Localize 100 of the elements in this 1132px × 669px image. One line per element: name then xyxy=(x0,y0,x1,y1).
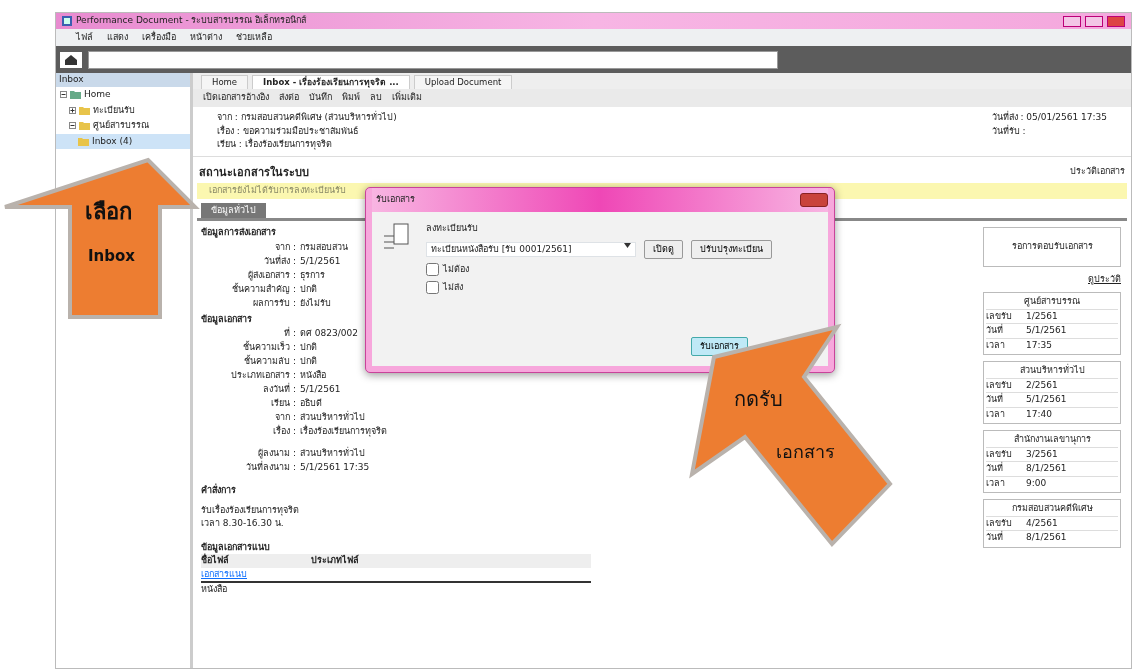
field-value: 8/1/2561 xyxy=(1026,531,1068,544)
panel-title: Inbox xyxy=(59,73,84,87)
field-label: เลขรับ xyxy=(986,516,1013,530)
history-link[interactable]: ประวัติเอกสาร xyxy=(1070,164,1125,181)
annotation-text: Inbox xyxy=(88,246,135,267)
section-title: สถานะเอกสารในระบบ xyxy=(199,164,309,181)
field-label: จาก : xyxy=(275,411,296,424)
field-label: ชั้นความเร็ว : xyxy=(243,340,296,354)
field-label: วันที่ xyxy=(986,393,1004,406)
field-value: เรื่องร้องเรียนการทุจริต xyxy=(299,424,387,438)
address-field[interactable] xyxy=(88,50,778,69)
field-label: วันที่ลงนาม : xyxy=(246,460,296,474)
column-header: ประเภทไฟล์ xyxy=(311,554,360,567)
checkbox[interactable] xyxy=(426,263,439,277)
toolbar-button[interactable]: บันทึก xyxy=(309,91,332,105)
field-label: เลขรับ xyxy=(986,378,1013,392)
menu-item[interactable]: แสดง xyxy=(107,30,128,45)
home-button[interactable] xyxy=(60,51,82,68)
history-link[interactable]: ดูประวัติ xyxy=(983,272,1121,286)
field-value: 5/1/2561 xyxy=(299,254,341,268)
caret-icon xyxy=(624,242,631,248)
box-title: ศูนย์สารบรรณ xyxy=(1023,295,1081,309)
field-value: 9:00 xyxy=(1026,476,1048,490)
close-button[interactable] xyxy=(1107,15,1125,27)
field-label: เวลา xyxy=(986,476,1006,490)
column-header: ชื่อไฟล์ xyxy=(201,554,311,568)
toolbar-button[interactable]: ลบ xyxy=(370,91,382,105)
dialog-button[interactable]: ปรับปรุงทะเบียน xyxy=(691,239,772,259)
file-link[interactable]: เอกสารแนบ xyxy=(201,567,311,581)
section-heading: ข้อมูลเอกสารแนบ xyxy=(201,540,271,554)
field-label: เวลา xyxy=(986,407,1006,421)
field-label: วันที่ xyxy=(986,324,1004,337)
field-value: ปกติ xyxy=(299,355,317,368)
toolbar-button[interactable]: พิมพ์ xyxy=(342,91,360,105)
field-label: เรียน : xyxy=(271,397,296,410)
field-label: ประเภทเอกสาร : xyxy=(231,369,296,382)
annotation-text: กดรับ xyxy=(734,386,783,413)
field-value: 5/1/2561 17:35 xyxy=(299,461,370,474)
box-title: สำนักงานเลขานุการ xyxy=(1012,433,1092,447)
annotation-text: เลือก xyxy=(85,198,132,226)
section-heading: ข้อมูลการส่งเอกสาร xyxy=(201,226,276,240)
field-label: วันที่ส่ง : xyxy=(264,254,296,268)
minimize-button[interactable] xyxy=(1063,15,1081,27)
field-value: ธุรการ xyxy=(299,268,325,282)
tab[interactable]: Inbox - เรื่องร้องเรียนการทุจริต ... xyxy=(252,75,410,89)
toolbar-button[interactable]: ส่งต่อ xyxy=(279,91,299,105)
dropdown-field[interactable]: ทะเบียนหนังสือรับ [รับ 0001/2561] xyxy=(426,241,636,257)
field-value: ปกติ xyxy=(299,282,317,296)
field-value: อธิบดี xyxy=(299,397,322,410)
folder-icon xyxy=(79,105,90,115)
toolbar-button[interactable]: เปิดเอกสารอ้างอิง xyxy=(203,91,269,105)
tab[interactable]: Upload Document xyxy=(413,75,513,89)
field-label: เรื่อง : xyxy=(273,424,296,438)
field-label: วันที่ xyxy=(986,462,1004,475)
field-value: 1/2561 xyxy=(1026,309,1059,323)
field-label: ผู้ส่งเอกสาร : xyxy=(248,268,296,281)
close-button[interactable] xyxy=(800,193,828,207)
status-box: รอการตอบรับเอกสาร xyxy=(983,227,1121,267)
field-label: เลขรับ xyxy=(986,309,1013,323)
folder-icon xyxy=(78,136,89,146)
menu-item[interactable]: เครื่องมือ xyxy=(142,30,176,45)
field-label: ที่ : xyxy=(284,326,296,340)
menu-item[interactable]: หน้าต่าง xyxy=(190,30,222,45)
maximize-button[interactable] xyxy=(1085,15,1103,27)
tree-item[interactable]: ทะเบียนรับ xyxy=(56,102,190,118)
toolbar-button[interactable]: เพิ่มเติม xyxy=(392,91,422,105)
tab[interactable]: Home xyxy=(201,75,249,89)
menu-item[interactable]: ช่วยเหลือ xyxy=(236,30,272,45)
header-field: วันที่ส่ง : 05/01/2561 17:35 xyxy=(991,111,1107,125)
field-label: วันที่ xyxy=(986,531,1004,544)
field-value: 17:40 xyxy=(1026,407,1053,421)
field-value: 5/1/2561 xyxy=(1026,324,1068,337)
header-field: จาก : กรมสอบสวนคดีพิเศษ (ส่วนบริหารทั่วไป) xyxy=(217,111,397,125)
field-value: ดศ 0823/002 xyxy=(299,327,358,340)
field-label: ลงวันที่ : xyxy=(263,382,296,396)
window-title: Performance Document - ระบบสารบรรณ อิเล็กทรอนิกส์ xyxy=(76,14,307,28)
tree-item[interactable]: ศูนย์สารบรรณ xyxy=(56,118,190,134)
menu-item[interactable]: ไฟล์ xyxy=(76,30,93,45)
folder-icon xyxy=(70,90,81,100)
annotation-text: เอกสาร xyxy=(776,440,835,464)
field-value: 8/1/2561 xyxy=(1026,462,1068,475)
content-tab[interactable]: ข้อมูลทั่วไป xyxy=(201,202,266,218)
tree-item[interactable]: Inbox (4) xyxy=(56,133,190,149)
header-field: เรื่อง : ขอความร่วมมือประชาสัมพันธ์ xyxy=(217,124,397,138)
dialog-button[interactable]: เปิดดู xyxy=(644,239,683,259)
header-field: วันที่รับ : xyxy=(991,124,1107,138)
field-label: ผลการรับ : xyxy=(253,296,296,310)
section-heading: คำสั่งการ xyxy=(201,484,237,497)
app-icon xyxy=(62,16,72,26)
order-text: รับเรื่องร้องเรียนการทุจริต xyxy=(201,503,300,517)
field-value: หนังสือ xyxy=(299,369,326,382)
field-label: เวลา xyxy=(986,338,1006,352)
field-label: ชั้นความสำคัญ : xyxy=(232,281,296,296)
field-value: 17:35 xyxy=(1026,338,1053,352)
checkbox[interactable] xyxy=(426,280,439,294)
table-cell-text: หนังสือ xyxy=(201,583,228,596)
tree-item[interactable]: Home xyxy=(56,87,190,103)
section-heading: ข้อมูลเอกสาร xyxy=(201,312,252,326)
field-value: 5/1/2561 xyxy=(1026,393,1068,406)
field-label: ลงทะเบียนรับ xyxy=(426,222,479,235)
